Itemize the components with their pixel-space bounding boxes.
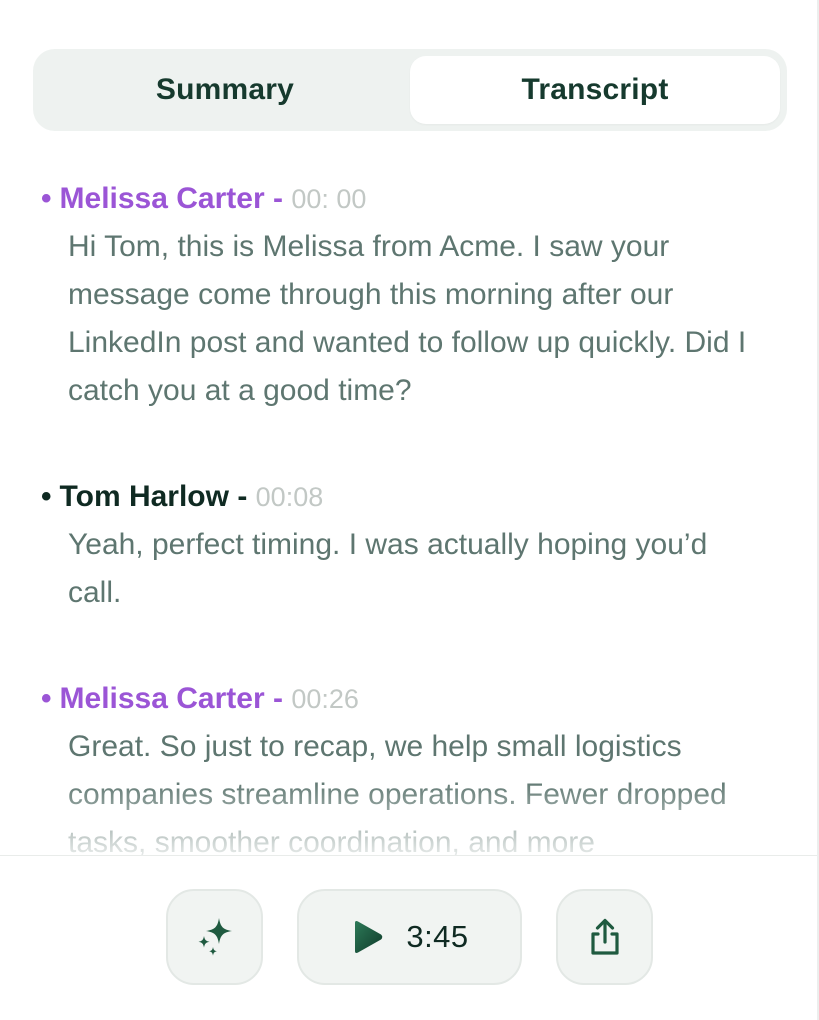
bullet: • xyxy=(41,480,52,513)
speaker-separator: - xyxy=(272,182,283,215)
transcript-entry: • Melissa Carter - 00:26 Great. So just t… xyxy=(0,675,817,855)
transcript-entry: • Melissa Carter - 00: 00 Hi Tom, this is… xyxy=(0,175,817,415)
play-icon xyxy=(350,919,384,955)
share-icon xyxy=(587,917,623,957)
timestamp[interactable]: 00:26 xyxy=(291,684,359,714)
speaker-line: • Tom Harlow - 00:08 xyxy=(0,473,817,521)
speaker-name: Melissa Carter xyxy=(59,182,265,215)
play-button[interactable]: 3:45 xyxy=(297,889,522,985)
tab-summary[interactable]: Summary xyxy=(40,56,410,124)
tab-transcript[interactable]: Transcript xyxy=(410,56,780,124)
playback-toolbar: 3:45 xyxy=(0,855,817,1020)
sparkles-icon xyxy=(193,914,237,960)
view-tabs: Summary Transcript xyxy=(33,49,787,131)
bullet: • xyxy=(41,682,52,715)
speaker-separator: - xyxy=(272,682,283,715)
duration-label: 3:45 xyxy=(406,919,469,954)
message-text: Hi Tom, this is Melissa from Acme. I saw… xyxy=(68,230,747,407)
speaker-line: • Melissa Carter - 00:26 xyxy=(0,675,817,723)
timestamp[interactable]: 00: 00 xyxy=(291,184,366,214)
speaker-line: • Melissa Carter - 00: 00 xyxy=(0,175,817,223)
timestamp[interactable]: 00:08 xyxy=(256,482,324,512)
speaker-name: Tom Harlow xyxy=(59,480,229,513)
transcript-entry: • Tom Harlow - 00:08 Yeah, perfect timing… xyxy=(0,473,817,617)
transcript-list[interactable]: • Melissa Carter - 00: 00 Hi Tom, this is… xyxy=(0,175,817,855)
speaker-separator: - xyxy=(237,480,248,513)
ai-assist-button[interactable] xyxy=(166,889,263,985)
share-button[interactable] xyxy=(556,889,653,985)
message-text: Yeah, perfect timing. I was actually hop… xyxy=(68,528,708,609)
transcript-panel: Summary Transcript • Melissa Carter - 00:… xyxy=(0,0,819,1020)
speaker-name: Melissa Carter xyxy=(59,682,265,715)
bullet: • xyxy=(41,182,52,215)
message-text: Great. So just to recap, we help small l… xyxy=(68,730,727,855)
